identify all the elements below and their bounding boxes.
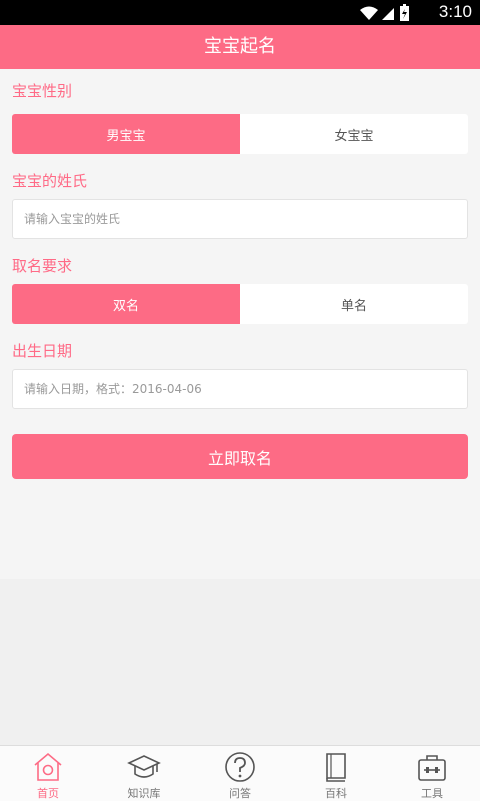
name-type-option-double[interactable]: 双名 bbox=[12, 284, 240, 324]
birth-date-field-wrapper bbox=[12, 369, 468, 409]
birth-date-input[interactable] bbox=[13, 370, 467, 408]
form-container: 宝宝性别 男宝宝 女宝宝 宝宝的姓氏 取名要求 双名 单名 出生日期 立即取名 bbox=[0, 69, 480, 579]
tab-encyclopedia[interactable]: 百科 bbox=[288, 746, 384, 801]
page-title: 宝宝起名 bbox=[204, 36, 276, 57]
toolbox-icon bbox=[418, 755, 446, 781]
question-icon bbox=[225, 752, 255, 782]
status-bar: 3:10 bbox=[0, 0, 480, 25]
signal-icon bbox=[382, 8, 394, 20]
app-bar: 宝宝起名 bbox=[0, 25, 480, 69]
generate-name-button-label: 立即取名 bbox=[207, 448, 272, 468]
birth-date-label: 出生日期 bbox=[12, 342, 73, 360]
status-time: 3:10 bbox=[438, 2, 472, 21]
tab-encyclopedia-label: 百科 bbox=[325, 787, 347, 800]
surname-label: 宝宝的姓氏 bbox=[12, 172, 88, 190]
bottom-tab-bar: 首页 知识库 问答 百科 工具 bbox=[0, 745, 480, 801]
surname-input[interactable] bbox=[13, 200, 467, 238]
generate-name-button[interactable]: 立即取名 bbox=[12, 434, 468, 479]
tab-home-label: 首页 bbox=[37, 787, 59, 800]
tab-home[interactable]: 首页 bbox=[0, 746, 96, 801]
tab-knowledge[interactable]: 知识库 bbox=[96, 746, 192, 801]
name-type-selector: 双名 单名 bbox=[12, 284, 468, 324]
wifi-icon bbox=[360, 6, 378, 20]
tab-tools[interactable]: 工具 bbox=[384, 746, 480, 801]
home-icon bbox=[34, 752, 62, 781]
name-type-option-single[interactable]: 单名 bbox=[240, 284, 468, 324]
battery-icon bbox=[400, 4, 409, 21]
tab-knowledge-label: 知识库 bbox=[127, 787, 161, 800]
tab-qa-label: 问答 bbox=[229, 787, 251, 800]
gender-selector: 男宝宝 女宝宝 bbox=[12, 114, 468, 154]
graduation-cap-icon bbox=[127, 755, 161, 778]
tab-tools-label: 工具 bbox=[421, 787, 443, 800]
gender-option-boy[interactable]: 男宝宝 bbox=[12, 114, 240, 154]
gender-option-girl[interactable]: 女宝宝 bbox=[240, 114, 468, 154]
surname-field-wrapper bbox=[12, 199, 468, 239]
name-type-label: 取名要求 bbox=[12, 257, 73, 275]
tab-qa[interactable]: 问答 bbox=[192, 746, 288, 801]
gender-label: 宝宝性别 bbox=[12, 82, 73, 100]
status-icons bbox=[360, 4, 409, 21]
book-icon bbox=[326, 753, 346, 782]
